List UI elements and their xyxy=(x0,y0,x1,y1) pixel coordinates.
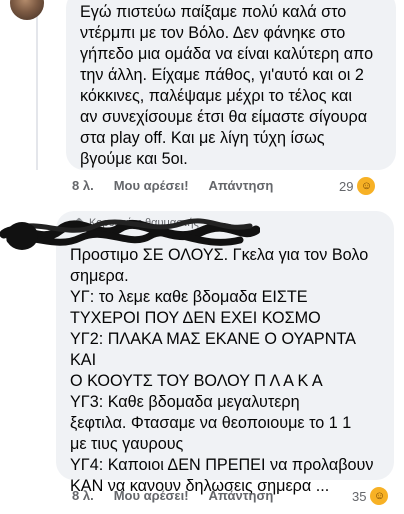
comment-text: Προστιμο ΣΕ ΟΛΟΥΣ. Γκελα για τον Βολο ση… xyxy=(70,246,374,495)
reaction-summary[interactable]: 29 ☺ xyxy=(339,176,377,196)
reply-button[interactable]: Απάντηση xyxy=(209,488,274,503)
reply-button[interactable]: Απάντηση xyxy=(209,178,274,193)
like-button[interactable]: Μου αρέσει! xyxy=(114,488,189,503)
reaction-count: 29 xyxy=(339,178,354,194)
haha-emoji-icon: ☺ xyxy=(356,176,377,196)
thread-line xyxy=(36,0,38,170)
comment-bubble: Εγώ πιστεύω παίξαμε πολύ καλά στο ντέρμπ… xyxy=(66,0,396,170)
reaction-summary[interactable]: 35 ☺ xyxy=(352,486,390,506)
reaction-count: 35 xyxy=(352,488,367,504)
comment-text: Εγώ πιστεύω παίξαμε πολύ καλά στο ντέρμπ… xyxy=(80,3,374,168)
haha-emoji-icon: ☺ xyxy=(369,486,390,506)
like-button[interactable]: Μου αρέσει! xyxy=(114,178,189,193)
redaction-scribble xyxy=(0,218,260,250)
comment-time[interactable]: 8 λ. xyxy=(72,488,94,503)
comment-actions: 8 λ. Μου αρέσει! Απάντηση xyxy=(72,488,293,503)
avatar[interactable] xyxy=(10,0,44,20)
comment-actions: 8 λ. Μου αρέσει! Απάντηση xyxy=(72,178,293,193)
comment-time[interactable]: 8 λ. xyxy=(72,178,94,193)
